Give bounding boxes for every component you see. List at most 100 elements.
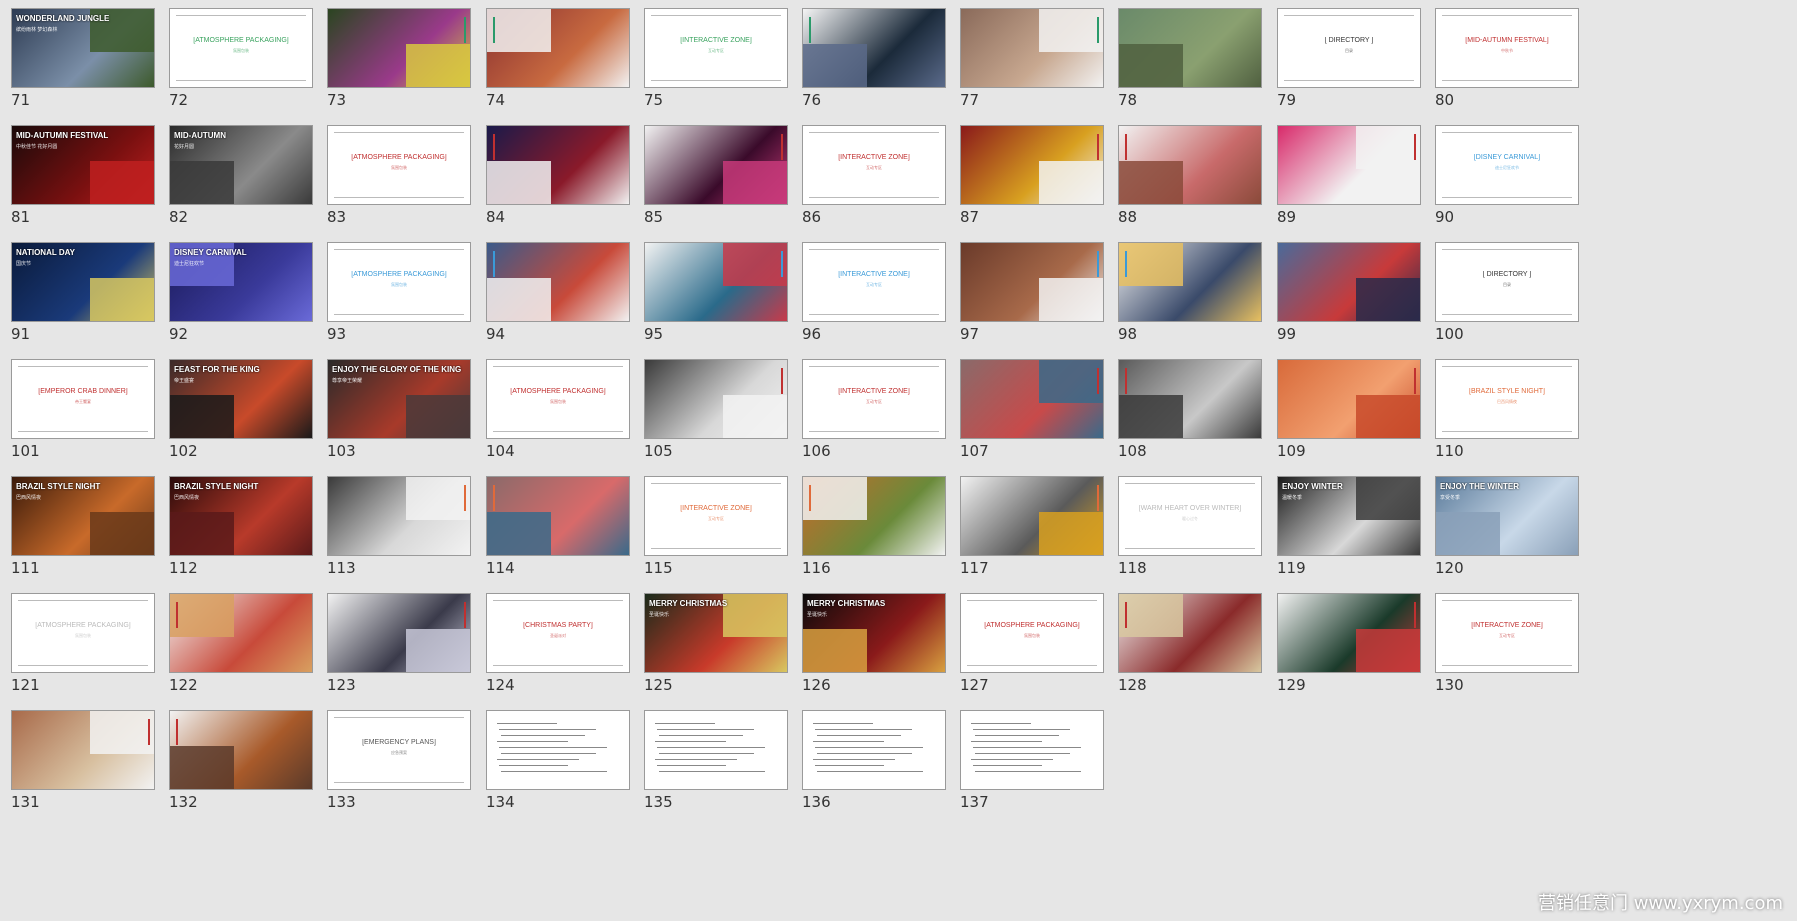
slide-thumbnail-cell[interactable]: [INTERACTIVE ZONE] 互动专区 130: [1435, 593, 1580, 705]
slide-thumbnail-cell[interactable]: [DISNEY CARNIVAL] 迪士尼狂欢节 90: [1435, 125, 1580, 237]
slide-thumbnail-cell[interactable]: [INTERACTIVE ZONE] 互动专区 86: [802, 125, 947, 237]
slide-thumbnail[interactable]: [644, 359, 788, 439]
slide-thumbnail[interactable]: [327, 593, 471, 673]
slide-thumbnail-cell[interactable]: DISNEY CARNIVAL 迪士尼狂欢节 92: [169, 242, 314, 354]
slide-thumbnail[interactable]: [ DIRECTORY ] 目录: [1277, 8, 1421, 88]
slide-thumbnail-cell[interactable]: [ATMOSPHERE PACKAGING] 氛围包装 93: [327, 242, 472, 354]
slide-thumbnail[interactable]: [DISNEY CARNIVAL] 迪士尼狂欢节: [1435, 125, 1579, 205]
slide-thumbnail-cell[interactable]: 136: [802, 710, 947, 822]
slide-thumbnail-cell[interactable]: 99: [1277, 242, 1422, 354]
slide-thumbnail[interactable]: [WARM HEART OVER WINTER] 暖心过冬: [1118, 476, 1262, 556]
slide-thumbnail[interactable]: [CHRISTMAS PARTY] 圣诞派对: [486, 593, 630, 673]
slide-thumbnail[interactable]: [1118, 125, 1262, 205]
slide-thumbnail[interactable]: [486, 242, 630, 322]
slide-thumbnail-cell[interactable]: NATIONAL DAY 国庆节 91: [11, 242, 156, 354]
slide-thumbnail-cell[interactable]: MERRY CHRISTMAS 圣诞快乐 125: [644, 593, 789, 705]
slide-thumbnail[interactable]: DISNEY CARNIVAL 迪士尼狂欢节: [169, 242, 313, 322]
slide-thumbnail[interactable]: [ DIRECTORY ] 目录: [1435, 242, 1579, 322]
slide-thumbnail-cell[interactable]: WONDERLAND JUNGLE 缤纷雨林 梦幻森林 71: [11, 8, 156, 120]
slide-thumbnail[interactable]: [960, 359, 1104, 439]
slide-thumbnail-cell[interactable]: 78: [1118, 8, 1263, 120]
slide-thumbnail[interactable]: FEAST FOR THE KING 帝王盛宴: [169, 359, 313, 439]
slide-thumbnail-cell[interactable]: [BRAZIL STYLE NIGHT] 巴西风情夜 110: [1435, 359, 1580, 471]
slide-thumbnail-cell[interactable]: 129: [1277, 593, 1422, 705]
slide-thumbnail[interactable]: [INTERACTIVE ZONE] 互动专区: [1435, 593, 1579, 673]
slide-thumbnail-cell[interactable]: 97: [960, 242, 1105, 354]
slide-thumbnail[interactable]: [960, 125, 1104, 205]
slide-thumbnail[interactable]: MERRY CHRISTMAS 圣诞快乐: [644, 593, 788, 673]
slide-thumbnail[interactable]: [644, 710, 788, 790]
slide-thumbnail[interactable]: MID-AUTUMN FESTIVAL 中秋佳节 花好月圆: [11, 125, 155, 205]
slide-thumbnail-cell[interactable]: 108: [1118, 359, 1263, 471]
slide-thumbnail[interactable]: NATIONAL DAY 国庆节: [11, 242, 155, 322]
slide-thumbnail[interactable]: [802, 476, 946, 556]
slide-thumbnail-cell[interactable]: 76: [802, 8, 947, 120]
slide-thumbnail-cell[interactable]: [ATMOSPHERE PACKAGING] 氛围包装 121: [11, 593, 156, 705]
slide-thumbnail[interactable]: [1118, 8, 1262, 88]
slide-thumbnail-cell[interactable]: BRAZIL STYLE NIGHT 巴西风情夜 112: [169, 476, 314, 588]
slide-thumbnail-cell[interactable]: 105: [644, 359, 789, 471]
slide-thumbnail[interactable]: [INTERACTIVE ZONE] 互动专区: [802, 359, 946, 439]
slide-thumbnail[interactable]: [327, 8, 471, 88]
slide-thumbnail[interactable]: MID-AUTUMN 花好月圆: [169, 125, 313, 205]
slide-thumbnail[interactable]: [960, 242, 1104, 322]
slide-thumbnail[interactable]: [ATMOSPHERE PACKAGING] 氛围包装: [169, 8, 313, 88]
slide-thumbnail-cell[interactable]: 98: [1118, 242, 1263, 354]
slide-thumbnail-cell[interactable]: [ DIRECTORY ] 目录 79: [1277, 8, 1422, 120]
slide-thumbnail[interactable]: [EMPEROR CRAB DINNER] 帝王蟹宴: [11, 359, 155, 439]
slide-thumbnail-cell[interactable]: 122: [169, 593, 314, 705]
slide-thumbnail[interactable]: ENJOY WINTER 温暖冬季: [1277, 476, 1421, 556]
slide-thumbnail[interactable]: WONDERLAND JUNGLE 缤纷雨林 梦幻森林: [11, 8, 155, 88]
slide-thumbnail-cell[interactable]: ENJOY WINTER 温暖冬季 119: [1277, 476, 1422, 588]
slide-thumbnail-cell[interactable]: 116: [802, 476, 947, 588]
slide-thumbnail-cell[interactable]: BRAZIL STYLE NIGHT 巴西风情夜 111: [11, 476, 156, 588]
slide-thumbnail-cell[interactable]: 89: [1277, 125, 1422, 237]
slide-thumbnail[interactable]: [ATMOSPHERE PACKAGING] 氛围包装: [11, 593, 155, 673]
slide-thumbnail-cell[interactable]: 134: [486, 710, 631, 822]
slide-thumbnail[interactable]: [1277, 125, 1421, 205]
slide-thumbnail-cell[interactable]: 113: [327, 476, 472, 588]
slide-thumbnail-cell[interactable]: [ATMOSPHERE PACKAGING] 氛围包装 127: [960, 593, 1105, 705]
slide-thumbnail[interactable]: BRAZIL STYLE NIGHT 巴西风情夜: [169, 476, 313, 556]
slide-thumbnail[interactable]: [1118, 593, 1262, 673]
slide-thumbnail[interactable]: [1118, 359, 1262, 439]
slide-thumbnail-cell[interactable]: 94: [486, 242, 631, 354]
slide-thumbnail-cell[interactable]: [ATMOSPHERE PACKAGING] 氛围包装 83: [327, 125, 472, 237]
slide-thumbnail-cell[interactable]: MID-AUTUMN FESTIVAL 中秋佳节 花好月圆 81: [11, 125, 156, 237]
slide-thumbnail[interactable]: [486, 710, 630, 790]
slide-thumbnail-cell[interactable]: 85: [644, 125, 789, 237]
slide-thumbnail[interactable]: [960, 8, 1104, 88]
slide-thumbnail-cell[interactable]: 117: [960, 476, 1105, 588]
slide-thumbnail-cell[interactable]: 135: [644, 710, 789, 822]
slide-thumbnail[interactable]: [327, 476, 471, 556]
slide-thumbnail-cell[interactable]: 87: [960, 125, 1105, 237]
slide-thumbnail-cell[interactable]: 74: [486, 8, 631, 120]
slide-thumbnail-cell[interactable]: [INTERACTIVE ZONE] 互动专区 106: [802, 359, 947, 471]
slide-thumbnail-cell[interactable]: [INTERACTIVE ZONE] 互动专区 75: [644, 8, 789, 120]
slide-thumbnail-cell[interactable]: 123: [327, 593, 472, 705]
slide-thumbnail[interactable]: ENJOY THE GLORY OF THE KING 尊享帝王荣耀: [327, 359, 471, 439]
slide-thumbnail[interactable]: [169, 593, 313, 673]
slide-thumbnail[interactable]: [INTERACTIVE ZONE] 互动专区: [644, 8, 788, 88]
slide-thumbnail[interactable]: [960, 710, 1104, 790]
slide-thumbnail[interactable]: [INTERACTIVE ZONE] 互动专区: [802, 125, 946, 205]
slide-thumbnail[interactable]: [1277, 593, 1421, 673]
slide-thumbnail-cell[interactable]: [EMERGENCY PLANS] 应急预案 133: [327, 710, 472, 822]
slide-thumbnail-cell[interactable]: [ATMOSPHERE PACKAGING] 氛围包装 104: [486, 359, 631, 471]
slide-thumbnail-cell[interactable]: ENJOY THE GLORY OF THE KING 尊享帝王荣耀 103: [327, 359, 472, 471]
slide-thumbnail[interactable]: [ATMOSPHERE PACKAGING] 氛围包装: [960, 593, 1104, 673]
slide-thumbnail[interactable]: [1118, 242, 1262, 322]
slide-thumbnail[interactable]: [486, 125, 630, 205]
slide-thumbnail[interactable]: [1277, 242, 1421, 322]
slide-thumbnail-cell[interactable]: [CHRISTMAS PARTY] 圣诞派对 124: [486, 593, 631, 705]
slide-thumbnail[interactable]: [960, 476, 1104, 556]
slide-thumbnail[interactable]: [11, 710, 155, 790]
slide-thumbnail[interactable]: [802, 8, 946, 88]
slide-thumbnail[interactable]: [INTERACTIVE ZONE] 互动专区: [644, 476, 788, 556]
slide-thumbnail[interactable]: [644, 242, 788, 322]
slide-thumbnail-cell[interactable]: 84: [486, 125, 631, 237]
slide-thumbnail[interactable]: [INTERACTIVE ZONE] 互动专区: [802, 242, 946, 322]
slide-thumbnail-cell[interactable]: MID-AUTUMN 花好月圆 82: [169, 125, 314, 237]
slide-thumbnail[interactable]: [ATMOSPHERE PACKAGING] 氛围包装: [327, 125, 471, 205]
slide-thumbnail[interactable]: MERRY CHRISTMAS 圣诞快乐: [802, 593, 946, 673]
